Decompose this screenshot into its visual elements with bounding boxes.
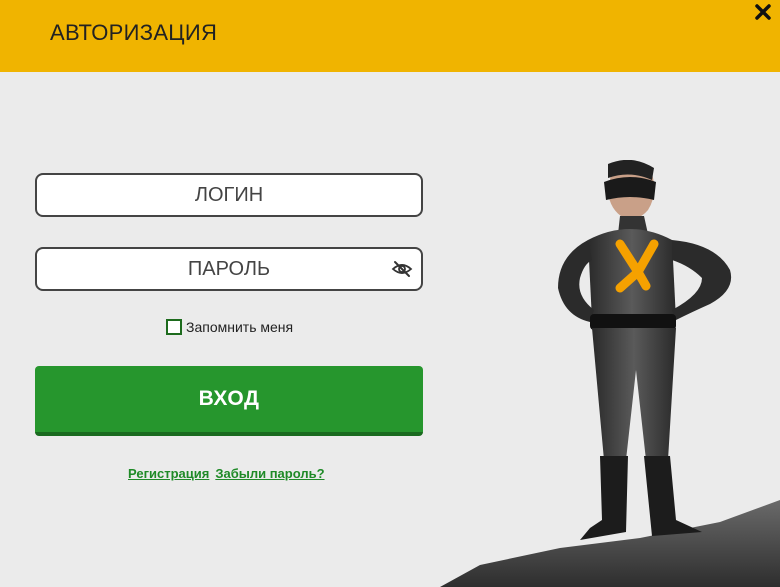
- hero-left-arm: [558, 240, 594, 322]
- password-visibility-toggle[interactable]: [391, 259, 413, 279]
- hero-right-arm: [672, 240, 732, 320]
- password-field[interactable]: [35, 247, 423, 291]
- remember-me-checkbox[interactable]: [166, 319, 182, 335]
- hero-right-boot: [644, 456, 702, 536]
- forgot-password-link[interactable]: Забыли пароль?: [215, 466, 324, 481]
- auth-links: Регистрация Забыли пароль?: [128, 466, 325, 481]
- hero-goggles: [604, 177, 656, 200]
- hero-belt: [590, 314, 676, 330]
- hero-legs: [592, 328, 676, 460]
- remember-me-label: Запомнить меня: [186, 319, 294, 335]
- login-input[interactable]: [37, 175, 421, 215]
- password-input[interactable]: [37, 249, 421, 289]
- register-link[interactable]: Регистрация: [128, 466, 209, 481]
- dialog-title: АВТОРИЗАЦИЯ: [50, 20, 218, 45]
- superhero-illustration: [440, 160, 780, 587]
- login-field[interactable]: [35, 173, 423, 217]
- remember-me-option[interactable]: Запомнить меня: [166, 319, 293, 335]
- dialog-header: АВТОРИЗАЦИЯ: [0, 0, 780, 72]
- eye-off-icon: [391, 261, 413, 277]
- close-button[interactable]: [752, 1, 774, 23]
- close-icon: [755, 4, 771, 20]
- login-button[interactable]: ВХОД: [35, 366, 423, 436]
- hero-left-boot: [580, 456, 628, 540]
